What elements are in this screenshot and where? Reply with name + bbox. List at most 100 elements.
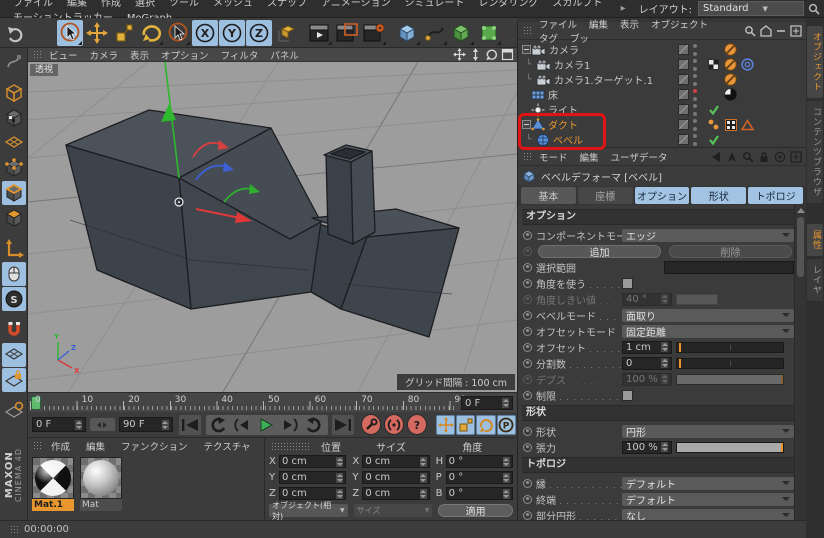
material-menu-3[interactable]: テクスチャ xyxy=(196,442,259,453)
layout-flyout-arrow-icon[interactable]: ▸ xyxy=(614,3,633,14)
panel-grip[interactable] xyxy=(523,26,531,36)
autokey-ring-button[interactable] xyxy=(384,414,404,435)
menu-2[interactable]: 作成 xyxy=(94,0,128,9)
tab-基本[interactable]: 基本 xyxy=(521,187,576,204)
pick-icon[interactable] xyxy=(726,151,738,163)
spinner-icon[interactable] xyxy=(661,342,668,352)
dolly-view-icon[interactable] xyxy=(469,48,482,61)
focus-icon[interactable] xyxy=(774,151,786,163)
spinner-icon[interactable] xyxy=(336,457,343,467)
last-tool-button[interactable] xyxy=(165,20,191,46)
tab-オプション[interactable]: オプション xyxy=(635,187,690,204)
coord-system-button[interactable] xyxy=(273,20,299,46)
mini-slider[interactable] xyxy=(676,294,718,305)
spinner-icon[interactable] xyxy=(661,358,668,368)
layer-toggle-icon[interactable] xyxy=(678,119,689,130)
vtab-コンテンツブラウザ[interactable]: コンテンツブラウザ xyxy=(807,101,823,203)
am-menu-0[interactable]: モード xyxy=(533,153,574,164)
visibility-dots-icon[interactable] xyxy=(693,44,699,56)
search-icon[interactable] xyxy=(744,25,756,37)
vtab-オブジェクト[interactable]: オブジェクト xyxy=(807,26,823,98)
om-menu-1[interactable]: 編集 xyxy=(583,20,614,31)
tag-prohibit-icon[interactable] xyxy=(722,73,739,87)
object-name[interactable]: 床 xyxy=(548,87,558,102)
rotation-field[interactable]: 0 ° xyxy=(446,471,513,484)
tag-check-icon[interactable] xyxy=(705,103,722,117)
コンポーネントモード-select[interactable]: エッジ xyxy=(622,229,794,242)
menu-7[interactable]: アニメーション xyxy=(314,0,398,9)
key-circle-icon[interactable] xyxy=(523,263,532,272)
move-button[interactable] xyxy=(84,20,110,46)
object-row-カメラ1[interactable]: └カメラ1 xyxy=(518,57,806,72)
add-deformer-button[interactable] xyxy=(476,20,502,46)
snap-mode-button[interactable]: S xyxy=(2,287,26,311)
menu-5[interactable]: メッシュ xyxy=(206,0,260,9)
am-menu-2[interactable]: ユーザデータ xyxy=(605,153,674,164)
key-circle-icon[interactable] xyxy=(523,327,532,336)
loop-back-button[interactable] xyxy=(207,415,230,435)
object-row-ベベル[interactable]: └ベベル xyxy=(518,132,806,147)
layer-toggle-icon[interactable] xyxy=(678,44,689,55)
tag-material-icon[interactable] xyxy=(722,88,739,102)
menu-8[interactable]: シミュレート xyxy=(398,0,472,9)
tab-座標[interactable]: 座標 xyxy=(578,187,633,204)
viewport-menu-5[interactable]: パネル xyxy=(264,51,305,62)
live-select-active-button[interactable] xyxy=(57,20,83,46)
size-field[interactable]: 0 cm xyxy=(362,487,429,500)
axis-x-button[interactable]: X xyxy=(192,20,218,46)
viewport-3d[interactable]: Y X Z 透視 グリッド間隔 : 100 cm xyxy=(28,62,517,392)
render-region-button[interactable] xyxy=(334,20,360,46)
minimize-icon[interactable] xyxy=(776,26,786,36)
spinner-icon[interactable] xyxy=(661,294,668,304)
scrollbar-thumb[interactable] xyxy=(797,217,804,277)
menu-3[interactable]: 選択 xyxy=(128,0,162,9)
search-icon[interactable] xyxy=(742,151,754,163)
spinner-icon[interactable] xyxy=(420,489,427,499)
終端-select[interactable]: デフォルト xyxy=(622,493,794,506)
attribute-scrollbar[interactable] xyxy=(794,205,806,538)
rotation-field[interactable]: 0 ° xyxy=(446,487,513,500)
coord-mode-select[interactable]: オブジェクト(相対)▼ xyxy=(269,504,348,517)
viewport-menu-3[interactable]: オプション xyxy=(155,51,215,62)
制限-checkbox[interactable] xyxy=(622,390,633,401)
undo-button[interactable] xyxy=(3,20,29,46)
spinner-icon[interactable] xyxy=(420,457,427,467)
角度しきい値-value-field[interactable]: 40 ° xyxy=(622,293,672,306)
分割数-value-field[interactable]: 0 xyxy=(622,357,672,370)
object-row-カメラ1.ターゲット.1[interactable]: └カメラ1.ターゲット.1 xyxy=(518,72,806,87)
key-circle-icon[interactable] xyxy=(523,391,532,400)
object-name[interactable]: カメラ1.ターゲット.1 xyxy=(554,72,653,87)
key-circle-icon[interactable] xyxy=(523,359,532,368)
layer-toggle-icon[interactable] xyxy=(678,89,689,100)
material-Mat[interactable]: Mat xyxy=(80,457,122,511)
spinner-icon[interactable] xyxy=(503,489,510,499)
key-circle-icon[interactable] xyxy=(523,279,532,288)
slider-handle[interactable] xyxy=(679,359,681,368)
tab-トポロジ[interactable]: トポロジ xyxy=(748,187,803,204)
slider-handle[interactable] xyxy=(781,375,783,384)
key-circle-icon[interactable] xyxy=(523,511,532,520)
size-field[interactable]: 0 cm xyxy=(362,455,429,468)
形状-select[interactable]: 円形 xyxy=(622,425,794,438)
オフセットモード-select[interactable]: 固定距離 xyxy=(622,325,794,338)
panel-grip[interactable] xyxy=(523,152,531,162)
history-back-icon[interactable] xyxy=(710,151,722,163)
tag-check-icon[interactable] xyxy=(705,133,722,147)
tag-phong2-icon[interactable] xyxy=(705,118,722,132)
tag-target-icon[interactable] xyxy=(739,58,756,72)
オフセット-value-field[interactable]: 1 cm xyxy=(622,341,672,354)
spinner-icon[interactable] xyxy=(336,489,343,499)
add-generator-button[interactable] xyxy=(449,20,475,46)
size-mode-select[interactable]: サイズ▼ xyxy=(354,504,433,517)
visibility-dots-icon[interactable] xyxy=(693,89,699,101)
slider-handle[interactable] xyxy=(781,443,783,452)
spinner-icon[interactable] xyxy=(75,420,82,430)
rotation-field[interactable]: 0 ° xyxy=(446,455,513,468)
record-key-button[interactable] xyxy=(361,414,381,435)
object-name[interactable]: カメラ1 xyxy=(554,57,590,72)
axis-z-button[interactable]: Z xyxy=(246,20,272,46)
loop-fwd-button[interactable] xyxy=(303,415,326,435)
key-circle-icon[interactable] xyxy=(523,343,532,352)
object-row-床[interactable]: 床 xyxy=(518,87,806,102)
縁-select[interactable]: デフォルト xyxy=(622,477,794,490)
